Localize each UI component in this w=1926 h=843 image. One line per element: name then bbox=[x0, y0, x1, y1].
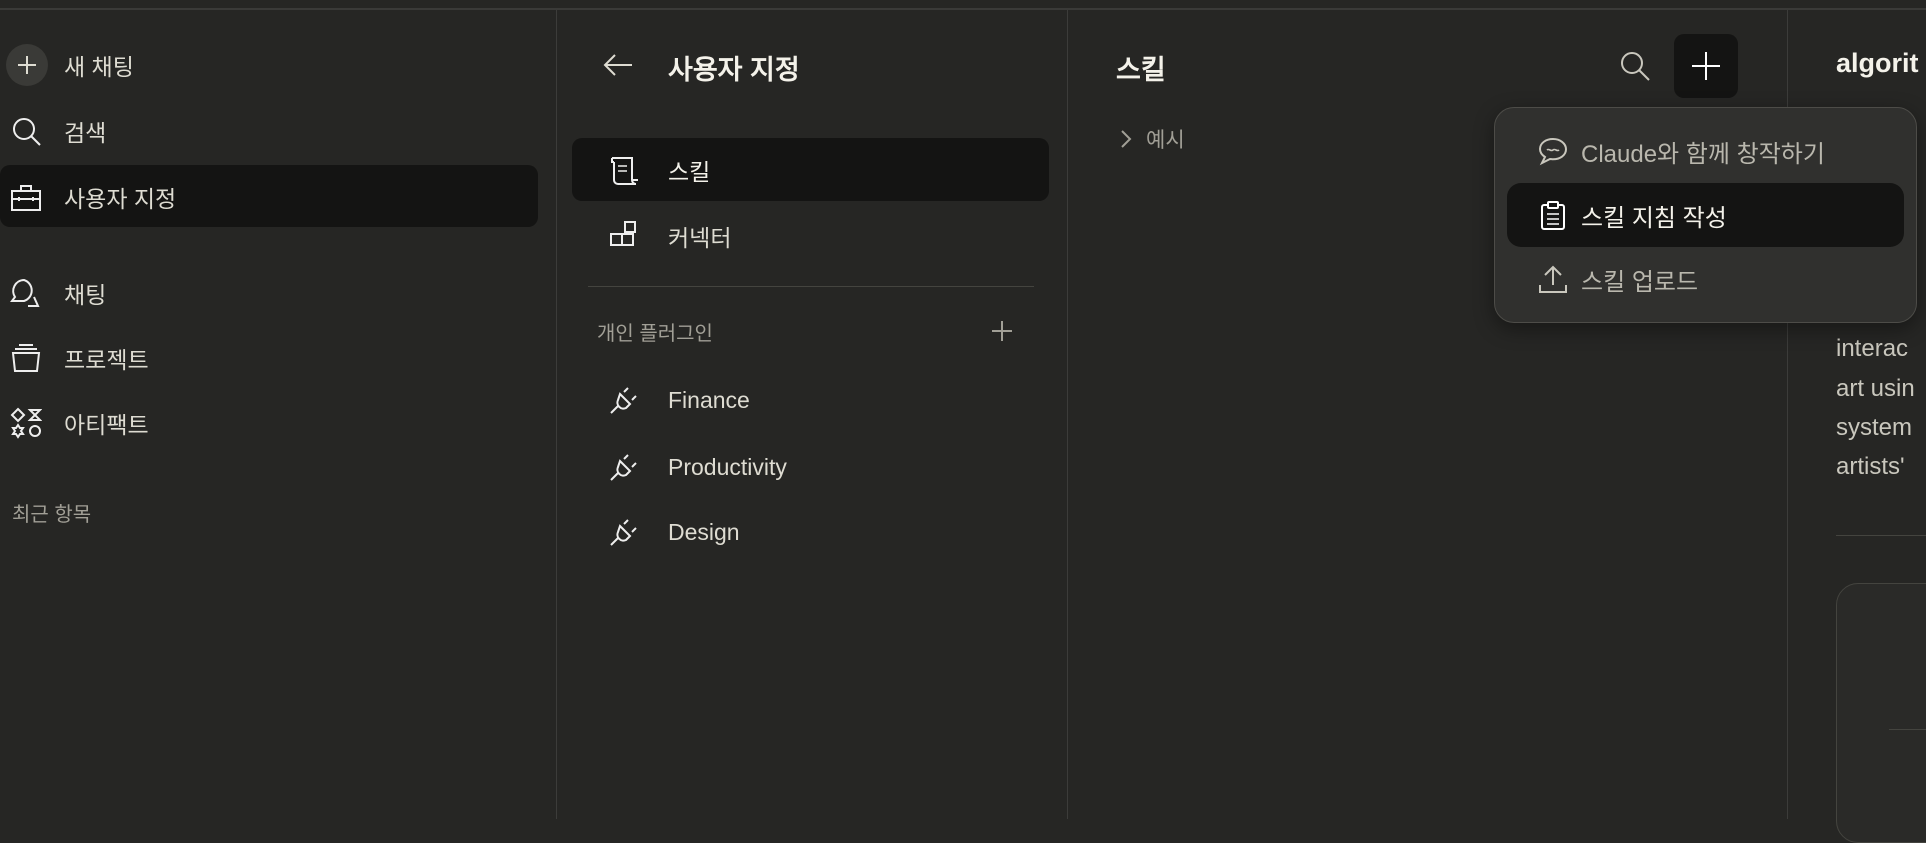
sidebar-item-projects[interactable]: 프로젝트 bbox=[10, 341, 149, 375]
divider bbox=[1836, 535, 1926, 536]
chevron-right-icon bbox=[1121, 130, 1132, 148]
examples-group-toggle[interactable]: 예시 bbox=[1118, 124, 1185, 154]
plug-icon bbox=[608, 451, 640, 483]
add-skill-button[interactable] bbox=[1674, 34, 1738, 98]
menu-item-upload-skill[interactable]: 스킬 업로드 bbox=[1507, 247, 1904, 311]
plugin-label: Design bbox=[668, 518, 740, 545]
projects-label: 프로젝트 bbox=[64, 347, 149, 373]
menu-item-label: Claude와 함께 창작하기 bbox=[1581, 140, 1825, 168]
connectors-label: 커넥터 bbox=[668, 225, 732, 251]
plugin-label: Productivity bbox=[668, 453, 787, 480]
menu-item-label: 스킬 업로드 bbox=[1581, 268, 1699, 296]
description-line: artists' bbox=[1836, 453, 1905, 480]
skill-preview-card bbox=[1836, 583, 1926, 843]
skills-title: 스킬 bbox=[1116, 55, 1166, 85]
back-button[interactable] bbox=[602, 50, 634, 80]
description-line: art usin bbox=[1836, 375, 1915, 402]
panel-title: 사용자 지정 bbox=[668, 55, 800, 85]
skills-label: 스킬 bbox=[668, 159, 711, 185]
scroll-icon bbox=[608, 154, 640, 186]
sidebar-item-search[interactable]: 검색 bbox=[10, 114, 106, 148]
plugin-item-design[interactable]: Design bbox=[608, 516, 740, 548]
plugins-heading: 개인 플러그인 bbox=[597, 323, 713, 345]
search-icon bbox=[10, 115, 42, 147]
sidebar-item-customize[interactable]: 사용자 지정 bbox=[10, 180, 176, 214]
divider bbox=[1889, 729, 1926, 730]
window-top-border bbox=[0, 8, 1926, 10]
artifacts-label: 아티팩트 bbox=[64, 412, 149, 438]
divider bbox=[588, 286, 1034, 287]
menu-item-write-instructions[interactable]: 스킬 지침 작성 bbox=[1507, 183, 1904, 247]
new-chat-button[interactable]: 새 채팅 bbox=[6, 44, 134, 86]
plugin-label: Finance bbox=[668, 386, 750, 413]
chats-label: 채팅 bbox=[64, 282, 107, 308]
plug-icon bbox=[608, 384, 640, 416]
chat-bubbles-icon bbox=[10, 277, 42, 309]
chat-sparkle-icon bbox=[1537, 135, 1569, 167]
description-line: interac bbox=[1836, 335, 1909, 362]
toolbox-icon bbox=[10, 181, 42, 213]
nav-item-skills[interactable]: 스킬 bbox=[608, 153, 710, 187]
menu-item-label: 스킬 지침 작성 bbox=[1581, 204, 1727, 232]
shapes-icon bbox=[10, 407, 42, 439]
skill-title: algorit bbox=[1836, 48, 1919, 78]
plugin-item-productivity[interactable]: Productivity bbox=[608, 451, 787, 483]
search-skills-button[interactable] bbox=[1618, 49, 1652, 83]
upload-icon bbox=[1537, 263, 1569, 295]
folder-stack-icon bbox=[10, 342, 42, 374]
plugin-item-finance[interactable]: Finance bbox=[608, 384, 750, 416]
plus-icon bbox=[6, 44, 48, 86]
examples-label: 예시 bbox=[1146, 129, 1185, 152]
new-chat-label: 새 채팅 bbox=[64, 54, 134, 80]
plus-icon bbox=[1692, 52, 1720, 80]
connector-blocks-icon bbox=[608, 220, 640, 252]
add-skill-menu: Claude와 함께 창작하기 스킬 지침 작성 스킬 업로드 bbox=[1494, 107, 1917, 323]
description-line: system bbox=[1836, 414, 1913, 441]
sidebar-item-artifacts[interactable]: 아티팩트 bbox=[10, 406, 149, 440]
divider bbox=[1067, 10, 1068, 819]
divider bbox=[556, 10, 557, 819]
plug-icon bbox=[608, 516, 640, 548]
clipboard-icon bbox=[1537, 199, 1569, 231]
search-label: 검색 bbox=[64, 120, 107, 146]
recents-heading: 최근 항목 bbox=[12, 504, 92, 526]
add-plugin-button[interactable] bbox=[990, 319, 1014, 343]
menu-item-create-with-claude[interactable]: Claude와 함께 창작하기 bbox=[1507, 119, 1904, 183]
customize-label: 사용자 지정 bbox=[64, 186, 177, 212]
sidebar-item-chats[interactable]: 채팅 bbox=[10, 276, 106, 310]
nav-item-connectors[interactable]: 커넥터 bbox=[608, 219, 731, 253]
